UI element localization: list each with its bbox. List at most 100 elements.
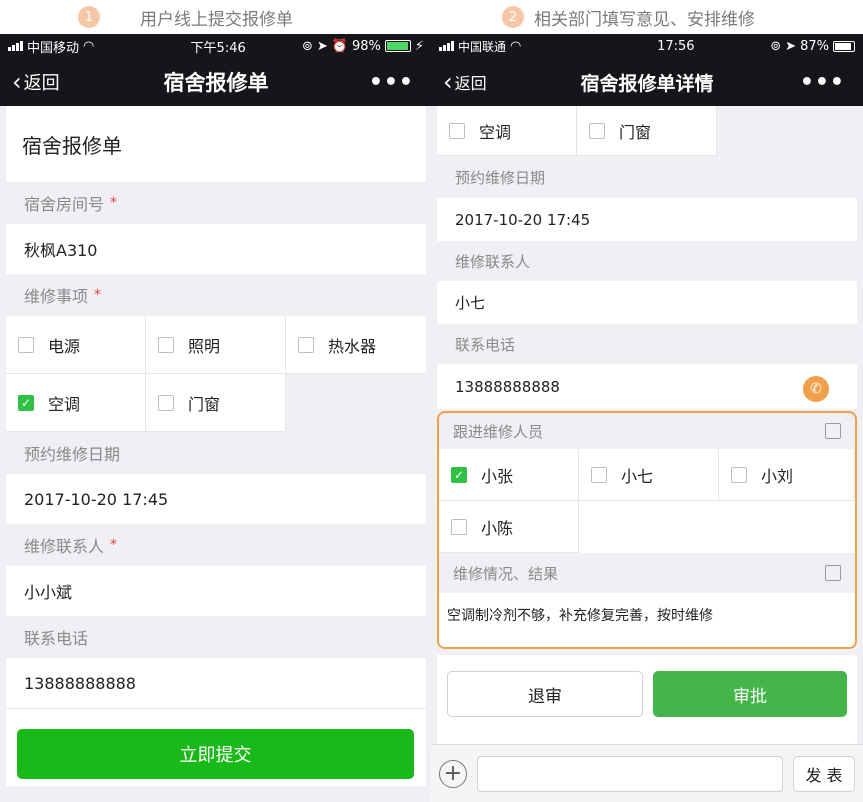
submit-button[interactable]: 立即提交 (17, 729, 414, 779)
option-label: 热水器 (328, 336, 377, 356)
edit-icon[interactable] (825, 423, 841, 439)
chevron-left-icon: ‹ (443, 68, 453, 96)
step-number-badge: 1 (78, 6, 100, 28)
room-input[interactable]: 秋枫A310 (6, 224, 426, 274)
followup-section: 跟进维修人员 ✓ 小张 小七 小刘 小陈 维修情况、结果 空调制冷剂不够，补充修复… (437, 411, 857, 649)
phone-label: 联系电话 (455, 335, 516, 354)
phone-input[interactable]: 13888888888 (6, 658, 426, 708)
repair-items-grid: 空调 门窗 (437, 106, 857, 156)
contact-input[interactable]: 小小斌 (6, 566, 426, 616)
checkbox[interactable] (451, 518, 467, 535)
back-button[interactable]: ‹ 返回 (12, 68, 60, 96)
step-number-badge: 2 (502, 6, 524, 28)
reject-button[interactable]: 退审 (447, 671, 643, 717)
date-value: 2017-10-20 17:45 (437, 198, 857, 241)
edit-icon[interactable] (825, 565, 841, 581)
phone-screen-detail: 中国联通 ◠ 17:56 ⊚ ➤ 87% ‹ 返回 宿舍报修单详情 ••• 空调… (431, 34, 863, 802)
option-lighting[interactable]: 照明 (146, 316, 286, 374)
items-label: 维修事项 (24, 287, 89, 306)
staff-label: 跟进维修人员 (453, 422, 544, 441)
room-label: 宿舍房间号 (24, 195, 105, 214)
battery-percent: 98% (351, 38, 381, 54)
more-options-icon[interactable]: ••• (800, 70, 845, 95)
comment-input[interactable] (477, 755, 783, 792)
option-door-window[interactable]: 门窗 (577, 106, 717, 156)
nav-bar: ‹ 返回 宿舍报修单 ••• (0, 58, 432, 106)
option-water-heater[interactable]: 热水器 (286, 316, 426, 374)
step-1-header: 1 用户线上提交报修单 (78, 0, 293, 34)
option-door-window[interactable]: 门窗 (146, 374, 286, 432)
staff-grid: ✓ 小张 小七 小刘 小陈 (439, 449, 855, 553)
form-title: 宿舍报修单 (6, 106, 426, 182)
send-button[interactable]: 发 表 (793, 755, 855, 792)
staff-option-xiaozhang[interactable]: ✓ 小张 (439, 449, 579, 501)
contact-label: 维修联系人 (455, 252, 531, 271)
contact-value: 小七 (437, 281, 857, 324)
status-bar: 中国移动 ◠ 下午5:46 ⊚ ➤ ⏰ 98% ⚡ (0, 34, 432, 58)
status-bar: 中国联通 ◠ 17:56 ⊚ ➤ 87% (431, 34, 863, 58)
wifi-icon: ◠ (510, 38, 522, 54)
contact-label: 维修联系人 (24, 537, 105, 556)
option-label: 照明 (188, 336, 221, 356)
phone-label: 联系电话 (24, 629, 89, 648)
option-power[interactable]: 电源 (6, 316, 146, 374)
checkmark-icon: ✓ (20, 395, 32, 410)
option-air-conditioner[interactable]: 空调 (437, 106, 577, 156)
location-icon: ➤ (316, 38, 328, 54)
result-label: 维修情况、结果 (453, 564, 559, 583)
more-options-icon[interactable]: ••• (369, 70, 414, 95)
option-label: 小张 (481, 466, 514, 486)
back-button[interactable]: ‹ 返回 (443, 68, 487, 96)
checkbox[interactable] (731, 466, 747, 483)
repair-items-grid: 电源 照明 热水器 ✓ 空调 门窗 (6, 316, 426, 432)
option-label: 小刘 (761, 466, 794, 486)
required-mark: * (94, 287, 102, 303)
approve-button[interactable]: 审批 (653, 671, 847, 717)
charging-icon: ⚡ (414, 38, 424, 54)
checkbox-checked[interactable]: ✓ (451, 466, 467, 483)
orientation-lock-icon: ⊚ (301, 38, 313, 54)
option-label: 门窗 (619, 122, 652, 142)
option-label: 门窗 (188, 394, 221, 414)
phone-screen-submit: 中国移动 ◠ 下午5:46 ⊚ ➤ ⏰ 98% ⚡ ‹ 返回 宿舍报修单 •••… (0, 34, 432, 802)
staff-option-xiaoliu[interactable]: 小刘 (719, 449, 853, 501)
battery-icon (384, 40, 411, 52)
phone-row: 13888888888 ✆ (437, 364, 857, 409)
step-caption: 相关部门填写意见、安排维修 (534, 9, 755, 30)
step-caption: 用户线上提交报修单 (140, 9, 293, 30)
phone-value: 13888888888 (455, 377, 560, 396)
carrier-name: 中国移动 (27, 40, 80, 56)
staff-option-xiaoqi[interactable]: 小七 (579, 449, 719, 501)
wifi-icon: ◠ (83, 38, 95, 54)
status-time: 17:56 (657, 38, 695, 54)
date-label: 预约维修日期 (24, 445, 121, 464)
option-label: 小陈 (481, 518, 514, 538)
status-time: 下午5:46 (190, 40, 246, 56)
signal-icon (8, 41, 23, 51)
carrier-name: 中国联通 (458, 39, 507, 54)
date-label: 预约维修日期 (455, 168, 546, 187)
checkbox[interactable] (18, 336, 34, 353)
step-2-header: 2 相关部门填写意见、安排维修 (502, 0, 755, 34)
checkbox-checked[interactable]: ✓ (18, 394, 34, 411)
checkmark-icon: ✓ (453, 467, 465, 482)
comment-bar: + 发 表 (431, 744, 863, 802)
result-value: 空调制冷剂不够，补充修复完善，按时维修 (439, 593, 855, 647)
checkbox[interactable] (298, 336, 314, 353)
battery-percent: 87% (800, 38, 829, 54)
checkbox[interactable] (449, 122, 465, 139)
option-air-conditioner[interactable]: ✓ 空调 (6, 374, 146, 432)
checkbox[interactable] (158, 336, 174, 353)
staff-option-xiaochen[interactable]: 小陈 (439, 501, 579, 553)
back-label: 返回 (23, 73, 60, 94)
battery-icon (832, 40, 855, 52)
option-label: 空调 (48, 394, 81, 414)
checkbox[interactable] (589, 122, 605, 139)
checkbox[interactable] (591, 466, 607, 483)
page-title: 宿舍报修单 (163, 71, 269, 95)
phone-call-icon[interactable]: ✆ (803, 376, 829, 402)
add-icon[interactable]: + (439, 759, 467, 788)
checkbox[interactable] (158, 394, 174, 411)
date-input[interactable]: 2017-10-20 17:45 (6, 474, 426, 524)
nav-bar: ‹ 返回 宿舍报修单详情 ••• (431, 58, 863, 106)
